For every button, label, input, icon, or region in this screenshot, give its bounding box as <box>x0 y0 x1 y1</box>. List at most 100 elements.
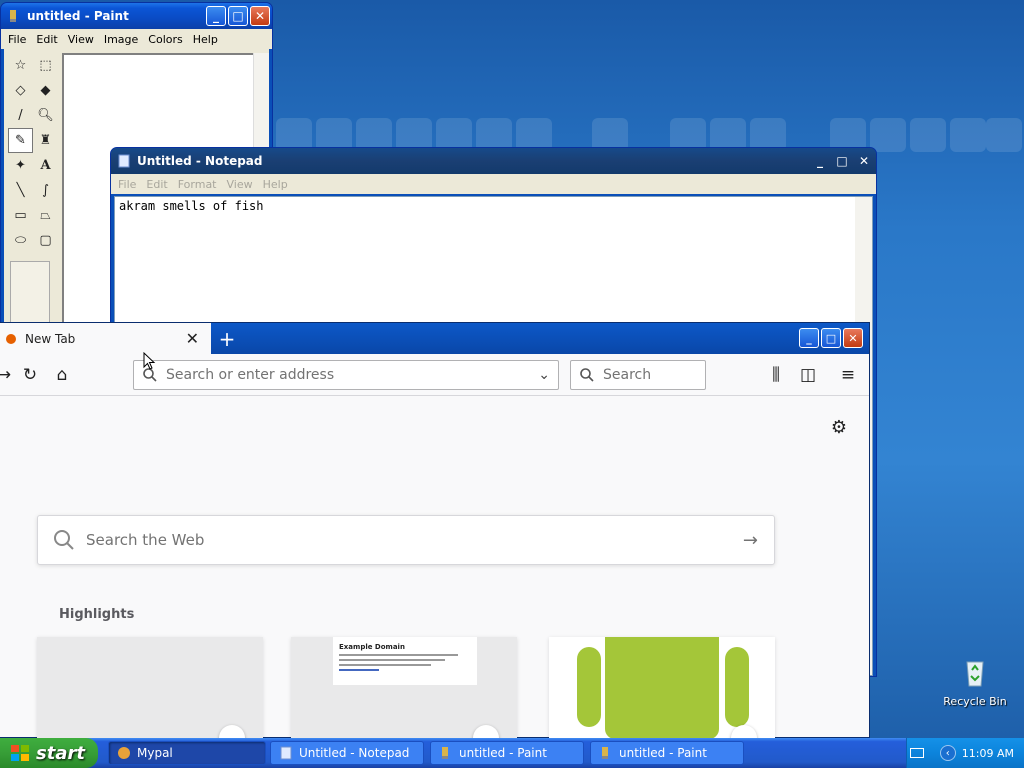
minimize-button[interactable]: _ <box>799 328 819 348</box>
recycle-bin[interactable]: Recycle Bin <box>940 656 1010 708</box>
taskbar-item-notepad[interactable]: Untitled - Notepad <box>270 741 424 765</box>
menu-file[interactable]: File <box>113 178 141 191</box>
notepad-app-icon <box>118 154 130 168</box>
url-placeholder: Search or enter address <box>166 367 335 383</box>
forward-icon[interactable]: → <box>0 364 15 386</box>
clock[interactable]: 11:09 AM <box>962 747 1014 760</box>
taskbar-item-label: Untitled - Notepad <box>299 746 410 760</box>
sidebar-icon[interactable]: ◫ <box>797 364 819 386</box>
rounded-rectangle-icon[interactable]: ▢ <box>33 228 58 253</box>
minimize-button[interactable]: _ <box>810 151 830 171</box>
airbrush-icon[interactable]: ✦ <box>8 153 33 178</box>
minimize-button[interactable]: _ <box>206 6 226 26</box>
rect-select-icon[interactable]: ⬚ <box>33 53 58 78</box>
windows-logo-icon <box>11 745 29 761</box>
tab-bar: New Tab ✕ + _ □ ✕ <box>0 323 869 354</box>
magnifier-icon[interactable]: 🔍︎ <box>33 103 58 128</box>
taskbar-item-label: untitled - Paint <box>619 746 707 760</box>
paint-icon <box>602 747 608 759</box>
card-badge <box>473 725 499 739</box>
keyboard-icon[interactable] <box>909 748 924 758</box>
new-tab-button[interactable]: + <box>211 323 243 354</box>
reload-icon[interactable]: ↻ <box>19 364 41 386</box>
notepad-titlebar[interactable]: Untitled - Notepad _ □ ✕ <box>111 148 876 174</box>
show-hidden-icons-icon[interactable]: ‹ <box>939 745 956 761</box>
highlight-card[interactable] <box>37 637 263 739</box>
menu-view[interactable]: View <box>63 33 99 46</box>
mypal-icon <box>118 747 130 759</box>
maximize-button[interactable]: □ <box>832 151 852 171</box>
gear-icon[interactable]: ⚙ <box>831 417 847 438</box>
color-picker-icon[interactable]: / <box>8 103 33 128</box>
paint-icon <box>442 747 448 759</box>
free-select-icon[interactable]: ☆ <box>8 53 33 78</box>
menu-file[interactable]: File <box>3 33 31 46</box>
ellipse-icon[interactable]: ⬭ <box>8 228 33 253</box>
arrow-right-icon[interactable]: → <box>743 530 758 551</box>
notepad-title: Untitled - Notepad <box>137 154 263 168</box>
example-domain-thumbnail: Example Domain <box>333 637 477 685</box>
web-search-box[interactable]: Search the Web → <box>37 515 775 565</box>
notepad-content[interactable]: akram smells of fish <box>115 197 872 215</box>
paint-app-icon <box>10 10 16 22</box>
chevron-down-icon[interactable]: ⌄ <box>538 367 550 383</box>
start-button[interactable]: start <box>0 738 98 768</box>
maximize-button[interactable]: □ <box>821 328 841 348</box>
tab-close-icon[interactable]: ✕ <box>186 329 199 348</box>
menu-help[interactable]: Help <box>188 33 223 46</box>
paint-titlebar[interactable]: untitled - Paint _ □ ✕ <box>1 3 272 29</box>
menu-edit[interactable]: Edit <box>31 33 62 46</box>
fill-bucket-icon[interactable]: ◆ <box>33 78 58 103</box>
mouse-cursor-icon <box>143 352 156 370</box>
home-icon[interactable]: ⌂ <box>51 364 73 386</box>
taskbar-item-paint[interactable]: untitled - Paint <box>430 741 584 765</box>
search-bar[interactable]: Search <box>570 360 706 390</box>
highlight-card-android[interactable] <box>549 637 775 739</box>
url-bar[interactable]: Search or enter address ⌄ <box>133 360 559 390</box>
close-button[interactable]: ✕ <box>250 6 270 26</box>
android-arm-right <box>725 647 749 727</box>
taskbar-item-mypal[interactable]: Mypal <box>108 741 266 765</box>
eraser-icon[interactable]: ◇ <box>8 78 33 103</box>
close-button[interactable]: ✕ <box>843 328 863 348</box>
notepad-menubar: File Edit Format View Help <box>111 174 876 194</box>
new-tab-page: ⚙ Search the Web → Highlights Example Do… <box>0 397 869 739</box>
taskbar-item-paint[interactable]: untitled - Paint <box>590 741 744 765</box>
rectangle-icon[interactable]: ▭ <box>8 203 33 228</box>
menu-format[interactable]: Format <box>173 178 222 191</box>
highlights-title: Highlights <box>59 607 135 622</box>
library-icon[interactable]: ⫼ <box>765 364 787 386</box>
tab-label: New Tab <box>25 331 76 346</box>
tool-options-box[interactable] <box>10 261 50 331</box>
paint-menubar: File Edit View Image Colors Help <box>1 29 272 49</box>
menu-edit[interactable]: Edit <box>141 178 172 191</box>
line-icon[interactable]: ╲ <box>8 178 33 203</box>
curve-icon[interactable]: ∫ <box>33 178 58 203</box>
start-label: start <box>36 742 85 764</box>
browser-window[interactable]: New Tab ✕ + _ □ ✕ → ↻ ⌂ Search or enter … <box>0 322 870 739</box>
menu-help[interactable]: Help <box>258 178 293 191</box>
tab-new-tab[interactable]: New Tab ✕ <box>0 323 211 354</box>
text-icon[interactable]: A <box>33 153 58 178</box>
recycle-bin-icon <box>966 661 984 687</box>
menu-view[interactable]: View <box>222 178 258 191</box>
polygon-icon[interactable]: ⏢ <box>33 203 58 228</box>
taskbar: start Mypal Untitled - Notepad untitled … <box>0 738 1024 768</box>
highlight-card-example-domain[interactable]: Example Domain <box>291 637 517 739</box>
menu-colors[interactable]: Colors <box>143 33 187 46</box>
web-search-placeholder: Search the Web <box>86 531 205 549</box>
maximize-button[interactable]: □ <box>228 6 248 26</box>
menu-image[interactable]: Image <box>99 33 143 46</box>
pencil-icon[interactable]: ✎ <box>8 128 33 153</box>
brush-icon[interactable]: ♜ <box>33 128 58 153</box>
android-arm-left <box>577 647 601 727</box>
search-placeholder: Search <box>603 367 652 383</box>
close-button[interactable]: ✕ <box>854 151 874 171</box>
navigation-bar: → ↻ ⌂ Search or enter address ⌄ Search ⫼… <box>0 354 869 396</box>
paint-title: untitled - Paint <box>27 9 129 23</box>
system-tray: ‹ 11:09 AM <box>906 738 1024 768</box>
taskbar-item-label: Mypal <box>137 746 173 760</box>
menu-icon[interactable]: ≡ <box>837 364 859 386</box>
example-domain-heading: Example Domain <box>339 643 405 651</box>
android-logo <box>605 637 719 739</box>
